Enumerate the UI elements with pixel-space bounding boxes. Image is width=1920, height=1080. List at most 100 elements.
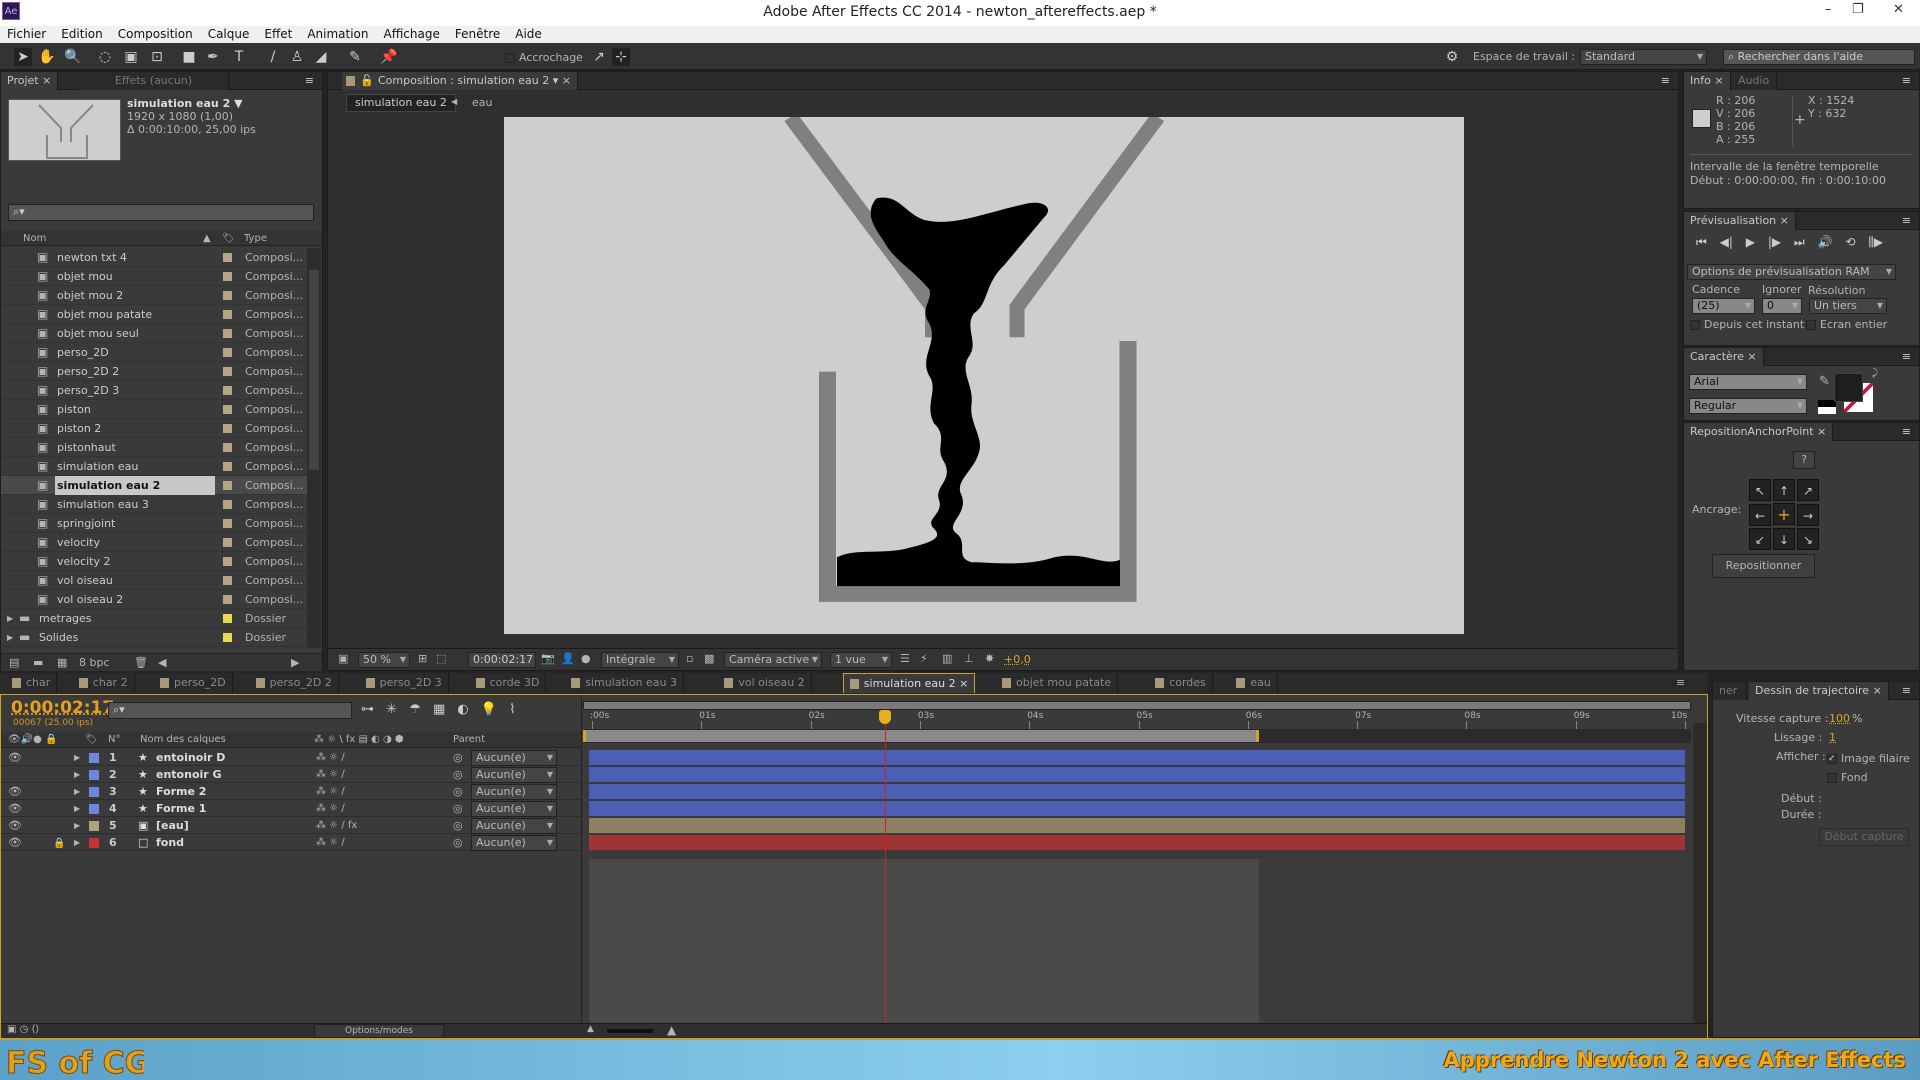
timeline-tab[interactable]: cordes [1149, 673, 1213, 693]
project-item[interactable]: ▣ perso_2D 3 Composi... [1, 381, 307, 400]
label-color[interactable] [223, 557, 232, 566]
eye-icon[interactable]: 👁 [8, 800, 22, 817]
motion-blur-icon[interactable]: ◐ [457, 702, 468, 717]
region-of-interest-icon[interactable]: ⊞ [418, 652, 427, 665]
parent-dropdown[interactable]: Aucun(e) [471, 801, 557, 817]
workspace-icon[interactable]: ⚙ [1443, 48, 1461, 66]
ram-preview-icon[interactable]: ⫼▶ [1868, 235, 1883, 249]
project-item[interactable]: ▣ simulation eau 2 Composi... [1, 476, 307, 495]
label-color[interactable] [223, 310, 232, 319]
resolution-dropdown[interactable]: Un tiers [1809, 298, 1887, 314]
layer-switches[interactable]: ⁂ ☼ ∕ [316, 800, 345, 817]
label-color[interactable] [223, 462, 232, 471]
timeline-tab[interactable]: simulation eau 2 × [842, 673, 976, 693]
timeline-tab[interactable]: perso_2D 2 [249, 673, 339, 693]
tab-preview[interactable]: Prévisualisation × [1684, 212, 1796, 230]
anchor-center-icon[interactable]: + [1773, 503, 1795, 525]
layer-row[interactable]: 👁 ▶ 3 ★ Forme 2 ⁂ ☼ ∕ ◎ Aucun(e) [1, 783, 581, 800]
tab-reposition-anchor[interactable]: RepositionAnchorPoint × [1684, 423, 1834, 441]
tab-composition[interactable]: 🔓 Composition : simulation eau 2 ▾ × [342, 72, 578, 90]
label-color[interactable] [223, 614, 232, 623]
project-item[interactable]: ▣ velocity Composi... [1, 533, 307, 552]
restore-button[interactable]: ❐ [1852, 2, 1864, 17]
help-button[interactable]: ? [1793, 451, 1815, 469]
pickwhip-icon[interactable]: ◎ [453, 766, 463, 783]
pickwhip-icon[interactable]: ◎ [453, 783, 463, 800]
brush-tool-icon[interactable]: / [264, 48, 282, 66]
col-parent[interactable]: Parent [453, 732, 485, 748]
trash-icon[interactable]: 🗑 [134, 654, 148, 672]
menu-effet[interactable]: Effet [264, 26, 292, 43]
menu-calque[interactable]: Calque [208, 26, 250, 43]
label-color[interactable] [223, 291, 232, 300]
expand-arrow-icon[interactable]: ▶ [74, 783, 80, 800]
timeline-tab[interactable]: objet mou patate [996, 673, 1119, 693]
timeline-tab[interactable]: perso_2D [154, 673, 233, 693]
snapshot-icon[interactable]: 📷 [541, 652, 555, 665]
close-button[interactable]: ✕ [1893, 2, 1904, 17]
fill-color-swatch[interactable] [1834, 373, 1863, 402]
layer-label-color[interactable] [89, 804, 99, 814]
menu-aide[interactable]: Aide [515, 26, 542, 43]
snap-feather-icon[interactable]: ⊹ [612, 48, 630, 66]
layer-name[interactable]: Forme 2 [156, 783, 206, 800]
eraser-tool-icon[interactable]: ◢ [312, 48, 330, 66]
layer-row[interactable]: 👁 ▶ 4 ★ Forme 1 ⁂ ☼ ∕ ◎ Aucun(e) [1, 800, 581, 817]
layer-label-color[interactable] [89, 787, 99, 797]
layer-search-input[interactable]: ⌕▾ [108, 702, 352, 719]
anchor-bottom-left-icon[interactable]: ↙ [1749, 528, 1771, 550]
play-icon[interactable]: ▶ [1746, 235, 1755, 249]
wireframe-checkbox[interactable]: ✓ Image filaire [1827, 752, 1910, 765]
parent-dropdown[interactable]: Aucun(e) [471, 818, 557, 834]
channel-icon[interactable]: ● [581, 652, 591, 665]
label-color[interactable] [223, 253, 232, 262]
layer-switches[interactable]: ⁂ ☼ ∕ [316, 766, 345, 783]
ram-preview-options-dropdown[interactable]: Options de prévisualisation RAM [1687, 264, 1896, 280]
pickwhip-icon[interactable]: ◎ [453, 749, 463, 766]
prev-frame-icon[interactable]: ◀| [1720, 235, 1733, 249]
tab-project[interactable]: Projet × [1, 72, 59, 90]
label-color[interactable] [223, 481, 232, 490]
label-color[interactable] [223, 329, 232, 338]
zoom-dropdown[interactable]: 50 % [358, 652, 410, 668]
panel-menu-icon[interactable]: ≡ [305, 74, 314, 87]
tab-motion-sketch[interactable]: Dessin de trajectoire × [1749, 682, 1889, 700]
eye-icon[interactable]: 👁 [8, 783, 22, 800]
lock-icon[interactable]: 🔒 [53, 835, 65, 852]
parent-dropdown[interactable]: Aucun(e) [471, 784, 557, 800]
timeline-tab[interactable]: corde 3D [469, 673, 547, 693]
new-folder-icon[interactable]: ▬ [33, 654, 43, 672]
project-item[interactable]: ▣ velocity 2 Composi... [1, 552, 307, 571]
fullscreen-checkbox[interactable]: Ecran entier [1806, 318, 1887, 331]
last-frame-icon[interactable]: ⏭ [1794, 235, 1805, 249]
audio-icon[interactable]: 🔊 [1818, 235, 1833, 249]
expand-arrow-icon[interactable]: ▶ [74, 800, 80, 817]
project-item[interactable]: ▣ objet mou Composi... [1, 267, 307, 286]
rotate-tool-icon[interactable]: ◌ [96, 48, 114, 66]
menu-fenêtre[interactable]: Fenêtre [455, 26, 500, 43]
first-frame-icon[interactable]: ⏮ [1696, 235, 1707, 249]
anchor-top-left-icon[interactable]: ↖ [1749, 479, 1771, 501]
layer-duration-bar[interactable] [589, 801, 1685, 816]
zoom-out-icon[interactable]: ▲ [587, 1024, 594, 1034]
minimize-button[interactable]: – [1825, 2, 1832, 17]
label-color[interactable] [223, 386, 232, 395]
project-item[interactable]: ▣ objet mou 2 Composi... [1, 286, 307, 305]
time-navigator[interactable] [583, 701, 1691, 710]
expand-arrow-icon[interactable]: ▶ [74, 817, 80, 834]
font-family-dropdown[interactable]: Arial [1689, 374, 1807, 390]
label-color[interactable] [223, 500, 232, 509]
timeline-current-time[interactable]: 0:00:02:17 [11, 698, 114, 718]
menu-affichage[interactable]: Affichage [384, 26, 440, 43]
menu-edition[interactable]: Edition [61, 26, 103, 43]
label-color[interactable] [223, 595, 232, 604]
breadcrumb-next[interactable]: eau [472, 96, 492, 109]
transparency-grid-icon[interactable]: ⬚ [436, 652, 446, 665]
project-item[interactable]: ▣ vol oiseau 2 Composi... [1, 590, 307, 609]
expand-arrow-icon[interactable]: ▶ [74, 766, 80, 783]
menu-fichier[interactable]: Fichier [7, 26, 46, 43]
zoom-tool-icon[interactable]: 🔍 [64, 48, 82, 66]
puppet-pin-tool-icon[interactable]: 📌 [380, 48, 398, 66]
expand-arrow-icon[interactable]: ▶ [74, 749, 80, 766]
current-time-field[interactable]: 0:00:02:17 [468, 652, 536, 668]
